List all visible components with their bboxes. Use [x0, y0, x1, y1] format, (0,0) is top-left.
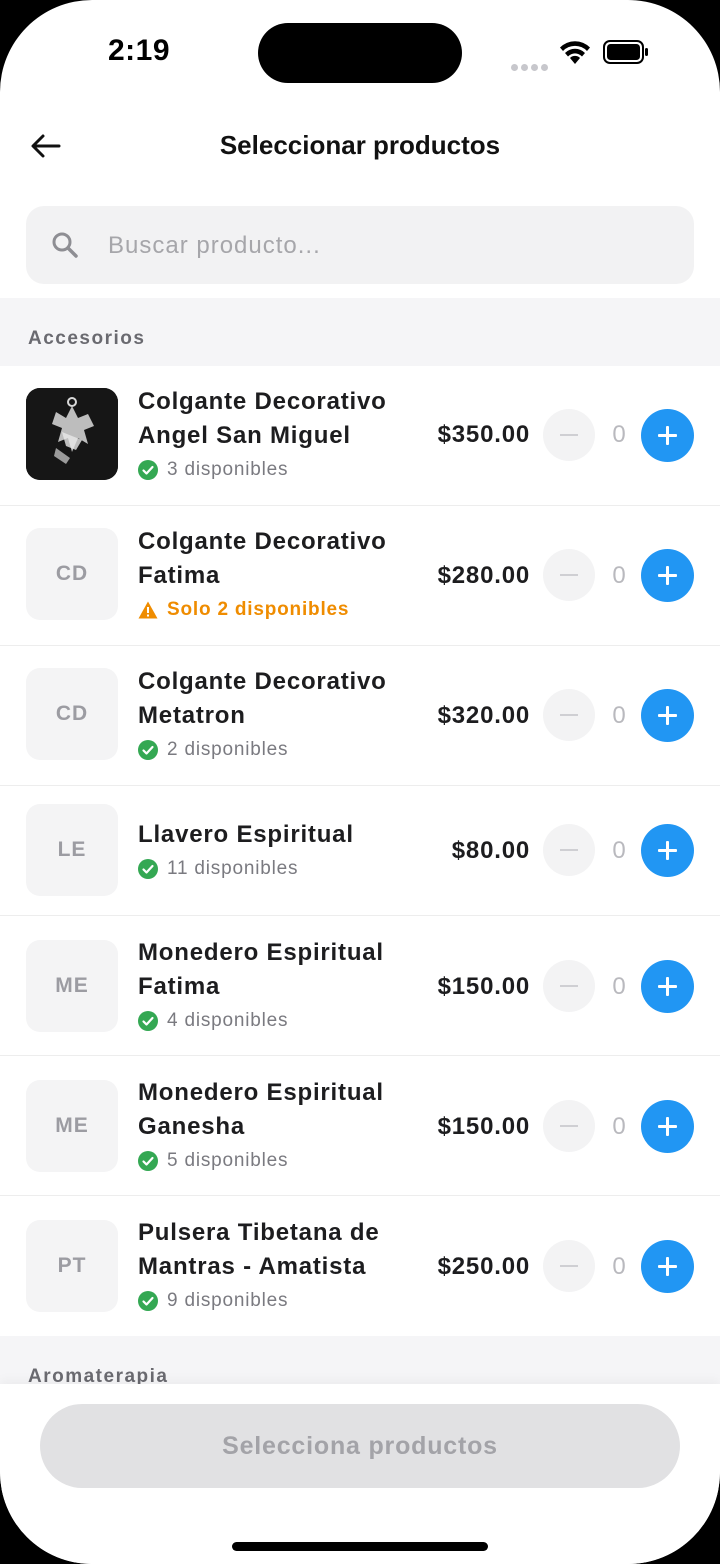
- search-bar: [26, 206, 694, 286]
- minus-icon: [560, 714, 578, 716]
- product-name: Colgante Decorativo Angel San Miguel: [138, 388, 387, 449]
- quantity-value: 0: [612, 837, 626, 864]
- product-row[interactable]: CD Colgante Decorativo Fatima Solo 2 dis…: [0, 505, 720, 646]
- stock-status: 5 disponibles: [138, 1150, 288, 1172]
- stock-label: 5 disponibles: [167, 1150, 289, 1171]
- stock-label: Solo 2 disponibles: [167, 599, 350, 620]
- product-row[interactable]: Colgante Decorativo Angel San Miguel 3 d…: [0, 366, 720, 506]
- stock-label: 3 disponibles: [167, 459, 289, 480]
- decrease-button[interactable]: [543, 689, 595, 741]
- minus-icon: [560, 574, 578, 576]
- product-name: Colgante Decorativo Metatron: [138, 668, 387, 729]
- minus-icon: [560, 985, 578, 987]
- increase-button[interactable]: [641, 409, 694, 462]
- page-title: Seleccionar productos: [219, 130, 501, 160]
- product-price: $80.00: [451, 837, 530, 864]
- increase-button[interactable]: [641, 960, 694, 1013]
- warning-icon: [138, 601, 158, 619]
- minus-icon: [560, 434, 578, 436]
- stock-status: 4 disponibles: [138, 1010, 288, 1032]
- product-initials: ME: [26, 940, 118, 1032]
- pendant-image-icon: [26, 388, 118, 480]
- home-indicator[interactable]: [232, 1542, 488, 1551]
- product-initials: ME: [26, 1080, 118, 1172]
- increase-button[interactable]: [641, 1100, 694, 1153]
- increase-button[interactable]: [641, 824, 694, 877]
- product-price: $150.00: [437, 1113, 530, 1140]
- product-price: $150.00: [437, 973, 530, 1000]
- section-title: Accesorios: [28, 328, 146, 349]
- minus-icon: [560, 849, 578, 851]
- decrease-button[interactable]: [543, 1240, 595, 1292]
- quantity-value: 0: [612, 1253, 626, 1280]
- status-time: 2:19: [108, 34, 171, 67]
- product-row[interactable]: LE Llavero Espiritual 11 disponibles $80…: [0, 785, 720, 916]
- dynamic-island: [258, 23, 462, 83]
- status-bar: 2:19: [0, 0, 720, 100]
- stock-status: 11 disponibles: [138, 858, 298, 880]
- minus-icon: [560, 1125, 578, 1127]
- phone-screen: 2:19 Seleccionar productos Accesorios: [0, 0, 720, 1564]
- section-header-accesorios: Accesorios: [0, 298, 720, 366]
- battery-icon: [603, 40, 648, 64]
- quantity-value: 0: [612, 702, 626, 729]
- product-price: $250.00: [437, 1253, 530, 1280]
- check-circle-icon: [138, 740, 158, 760]
- stock-label: 2 disponibles: [167, 739, 289, 760]
- stock-status: Solo 2 disponibles: [138, 599, 349, 621]
- product-row[interactable]: CD Colgante Decorativo Metatron 2 dispon…: [0, 645, 720, 786]
- product-row[interactable]: ME Monedero Espiritual Fatima 4 disponib…: [0, 915, 720, 1056]
- quantity-value: 0: [612, 1113, 626, 1140]
- product-initials: CD: [26, 668, 118, 760]
- check-circle-icon: [138, 1291, 158, 1311]
- stock-status: 2 disponibles: [138, 739, 288, 761]
- product-name: Monedero Espiritual Fatima: [138, 939, 384, 1000]
- check-circle-icon: [138, 1011, 158, 1031]
- product-price: $350.00: [437, 421, 530, 448]
- product-name: Llavero Espiritual: [138, 821, 354, 848]
- product-row[interactable]: ME Monedero Espiritual Ganesha 5 disponi…: [0, 1055, 720, 1196]
- decrease-button[interactable]: [543, 1100, 595, 1152]
- check-circle-icon: [138, 1151, 158, 1171]
- select-products-button[interactable]: Selecciona productos: [40, 1404, 680, 1488]
- quantity-value: 0: [612, 421, 626, 448]
- decrease-button[interactable]: [543, 960, 595, 1012]
- check-circle-icon: [138, 859, 158, 879]
- stock-label: 9 disponibles: [167, 1290, 289, 1311]
- product-price: $320.00: [437, 702, 530, 729]
- decrease-button[interactable]: [543, 549, 595, 601]
- product-name: Colgante Decorativo Fatima: [138, 528, 387, 589]
- bottom-bar: Selecciona productos: [0, 1384, 720, 1564]
- stock-label: 4 disponibles: [167, 1010, 289, 1031]
- product-initials: CD: [26, 528, 118, 620]
- increase-button[interactable]: [641, 689, 694, 742]
- search-input[interactable]: [106, 206, 670, 286]
- header: Seleccionar productos: [0, 110, 720, 186]
- decrease-button[interactable]: [543, 409, 595, 461]
- quantity-value: 0: [612, 973, 626, 1000]
- product-price: $280.00: [437, 562, 530, 589]
- product-name: Monedero Espiritual Ganesha: [138, 1079, 384, 1140]
- stock-status: 9 disponibles: [138, 1290, 288, 1312]
- product-name: Pulsera Tibetana de Mantras - Amatista: [138, 1219, 380, 1280]
- check-circle-icon: [138, 460, 158, 480]
- stock-status: 3 disponibles: [138, 459, 288, 481]
- minus-icon: [560, 1265, 578, 1267]
- increase-button[interactable]: [641, 1240, 694, 1293]
- product-image: [26, 388, 118, 480]
- product-initials: LE: [26, 804, 118, 896]
- decrease-button[interactable]: [543, 824, 595, 876]
- quantity-value: 0: [612, 562, 626, 589]
- product-initials: PT: [26, 1220, 118, 1312]
- increase-button[interactable]: [641, 549, 694, 602]
- product-row[interactable]: PT Pulsera Tibetana de Mantras - Amatist…: [0, 1195, 720, 1335]
- stock-label: 11 disponibles: [167, 858, 299, 879]
- cellular-signal-icon: [511, 58, 551, 76]
- search-icon: [52, 232, 78, 258]
- wifi-icon: [560, 41, 590, 64]
